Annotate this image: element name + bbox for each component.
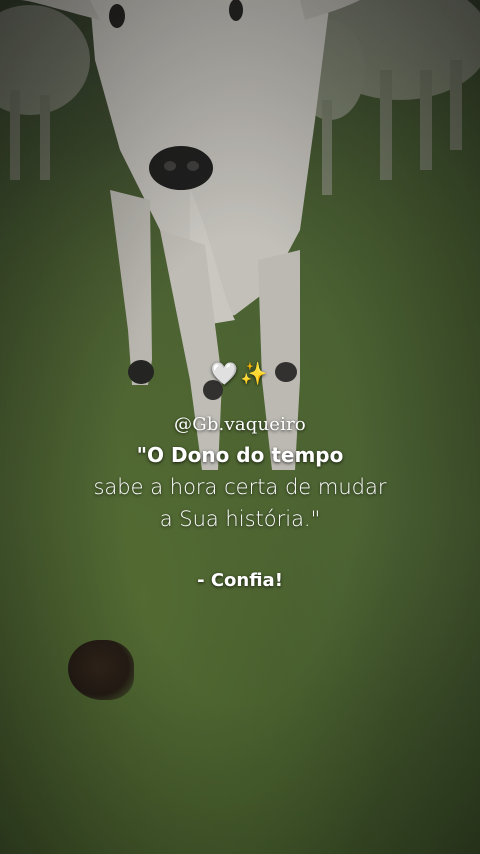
heart-sparkles-emoji: 🤍✨ [210,362,270,387]
quote-line-2: sabe a hora certa de mudar [93,475,387,499]
author-handle: @Gb.vaqueiro [174,414,306,435]
quote-line-1: "O Dono do tempo [136,443,344,467]
quote-signature: - Confia! [197,570,283,591]
quote-line-3: a Sua história." [159,507,321,531]
